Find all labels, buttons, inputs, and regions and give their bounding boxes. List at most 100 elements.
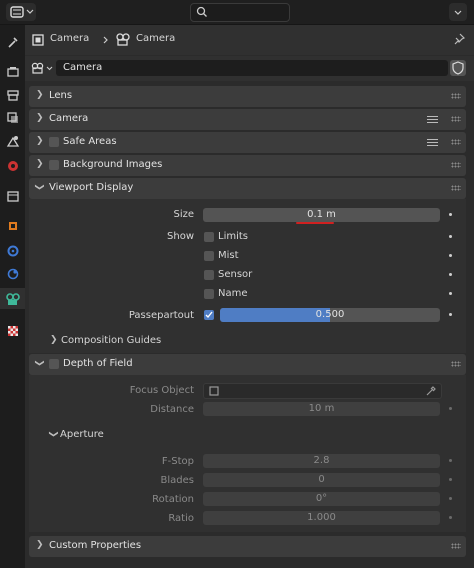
subpanel-composition-guides[interactable]: ❯ Composition Guides — [46, 334, 346, 350]
panel-safe-areas-label: Safe Areas — [63, 136, 117, 147]
focus-object-label: Focus Object — [129, 385, 194, 396]
depth-of-field-checkbox[interactable] — [49, 359, 59, 369]
view-layer-tab-icon[interactable] — [4, 109, 21, 126]
keyframe-dot[interactable] — [449, 497, 452, 500]
keyframe-dot[interactable] — [449, 292, 452, 295]
modifier-tab-icon[interactable] — [4, 242, 21, 259]
panel-viewport-display-label: Viewport Display — [49, 182, 134, 193]
name-label: Name — [218, 288, 248, 299]
pin-icon[interactable] — [452, 32, 466, 46]
safe-areas-checkbox[interactable] — [49, 137, 59, 147]
name-checkbox[interactable] — [204, 289, 214, 299]
chevron-down-icon — [454, 10, 462, 15]
texture-tab-icon[interactable] — [4, 322, 21, 339]
datablock-browse-button[interactable] — [29, 60, 55, 76]
rotation-field[interactable]: 0° — [203, 492, 440, 506]
datablock-row: Camera — [25, 56, 474, 81]
breadcrumb-data-label: Camera — [136, 33, 176, 44]
keyframe-dot[interactable] — [449, 235, 452, 238]
datablock-name: Camera — [63, 62, 103, 73]
drag-grip-icon[interactable] — [451, 361, 461, 367]
fstop-field[interactable]: 2.8 — [203, 454, 440, 468]
keyframe-dot[interactable] — [449, 254, 452, 257]
world-tab-icon[interactable] — [4, 157, 21, 174]
chevron-right-icon: ❯ — [36, 90, 44, 100]
ratio-value: 1.000 — [307, 512, 336, 523]
output-tab-icon[interactable] — [4, 86, 21, 103]
keyframe-dot[interactable] — [449, 313, 452, 316]
size-field[interactable]: 0.1 m — [203, 208, 440, 222]
editor-type-icon — [10, 6, 34, 18]
breadcrumb-object-label: Camera — [50, 33, 90, 44]
panel-custom-properties[interactable]: ❯ Custom Properties — [29, 536, 466, 557]
options-dropdown[interactable] — [449, 3, 467, 21]
object-tab-icon[interactable] — [4, 217, 21, 234]
checkmark-icon — [205, 311, 213, 319]
sensor-label: Sensor — [218, 269, 253, 280]
blades-field[interactable]: 0 — [203, 473, 440, 487]
fake-user-button[interactable] — [450, 60, 466, 76]
presets-list-icon[interactable] — [427, 114, 438, 125]
keyframe-dot[interactable] — [449, 407, 452, 410]
passepartout-value: 0.500 — [315, 309, 345, 320]
drag-grip-icon[interactable] — [451, 139, 461, 145]
chevron-down-icon: ❯ — [33, 359, 44, 367]
mist-checkbox[interactable] — [204, 251, 214, 261]
keyframe-dot[interactable] — [449, 459, 452, 462]
drag-grip-icon[interactable] — [451, 116, 461, 122]
keyframe-dot[interactable] — [449, 213, 452, 216]
eyedropper-icon[interactable] — [425, 385, 437, 397]
chevron-down-icon: ❯ — [47, 430, 58, 438]
object-icon — [209, 386, 219, 396]
panel-viewport-display[interactable]: ❯ Viewport Display — [29, 178, 466, 199]
sensor-checkbox[interactable] — [204, 270, 214, 280]
editor-type-button[interactable] — [6, 3, 36, 21]
focus-object-field[interactable] — [203, 383, 442, 399]
chevron-right-icon: ❯ — [36, 540, 44, 550]
tool-tab-icon[interactable] — [4, 33, 21, 50]
subpanel-aperture[interactable]: ❯ Aperture — [46, 428, 346, 444]
panel-camera[interactable]: ❯ Camera — [29, 109, 466, 130]
camera-data-tab-icon[interactable] — [0, 288, 25, 309]
chevron-right-icon: ❯ — [36, 159, 44, 169]
drag-grip-icon[interactable] — [451, 162, 461, 168]
composition-guides-label: Composition Guides — [61, 335, 162, 346]
red-underline — [296, 222, 334, 224]
blades-value: 0 — [318, 474, 325, 485]
distance-label: Distance — [150, 404, 194, 415]
chevron-right-icon: ❯ — [50, 335, 58, 345]
presets-list-icon[interactable] — [427, 137, 438, 148]
limits-checkbox[interactable] — [204, 232, 214, 242]
keyframe-dot[interactable] — [449, 478, 452, 481]
passepartout-checkbox[interactable] — [204, 310, 214, 320]
physics-tab-icon[interactable] — [4, 265, 21, 282]
drag-grip-icon[interactable] — [451, 543, 461, 549]
passepartout-slider[interactable]: 0.500 — [220, 308, 440, 322]
panel-safe-areas[interactable]: ❯ Safe Areas — [29, 132, 466, 153]
keyframe-dot[interactable] — [449, 273, 452, 276]
panel-background-images[interactable]: ❯ Background Images — [29, 155, 466, 176]
rotation-value: 0° — [315, 493, 328, 504]
background-images-checkbox[interactable] — [49, 160, 59, 170]
show-label: Show — [167, 231, 194, 242]
blades-label: Blades — [160, 475, 194, 486]
ratio-field[interactable]: 1.000 — [203, 511, 440, 525]
keyframe-dot[interactable] — [449, 516, 452, 519]
render-tab-icon[interactable] — [4, 63, 21, 80]
chevron-right-icon: ❯ — [36, 136, 44, 146]
distance-field[interactable]: 10 m — [203, 402, 440, 416]
panel-lens[interactable]: ❯ Lens — [29, 86, 466, 107]
panel-lens-label: Lens — [49, 90, 73, 101]
search-input[interactable] — [190, 3, 290, 22]
panel-depth-of-field-label: Depth of Field — [63, 358, 133, 369]
collection-tab-icon[interactable] — [4, 187, 21, 204]
scene-tab-icon[interactable] — [4, 132, 21, 149]
passepartout-fill — [220, 308, 330, 322]
drag-grip-icon[interactable] — [451, 185, 461, 191]
datablock-name-field[interactable]: Camera — [56, 60, 448, 76]
panel-depth-of-field[interactable]: ❯ Depth of Field — [29, 354, 466, 375]
mist-label: Mist — [218, 250, 239, 261]
breadcrumb: Camera Camera — [25, 25, 474, 55]
properties-tab-bar — [0, 25, 25, 568]
drag-grip-icon[interactable] — [451, 93, 461, 99]
